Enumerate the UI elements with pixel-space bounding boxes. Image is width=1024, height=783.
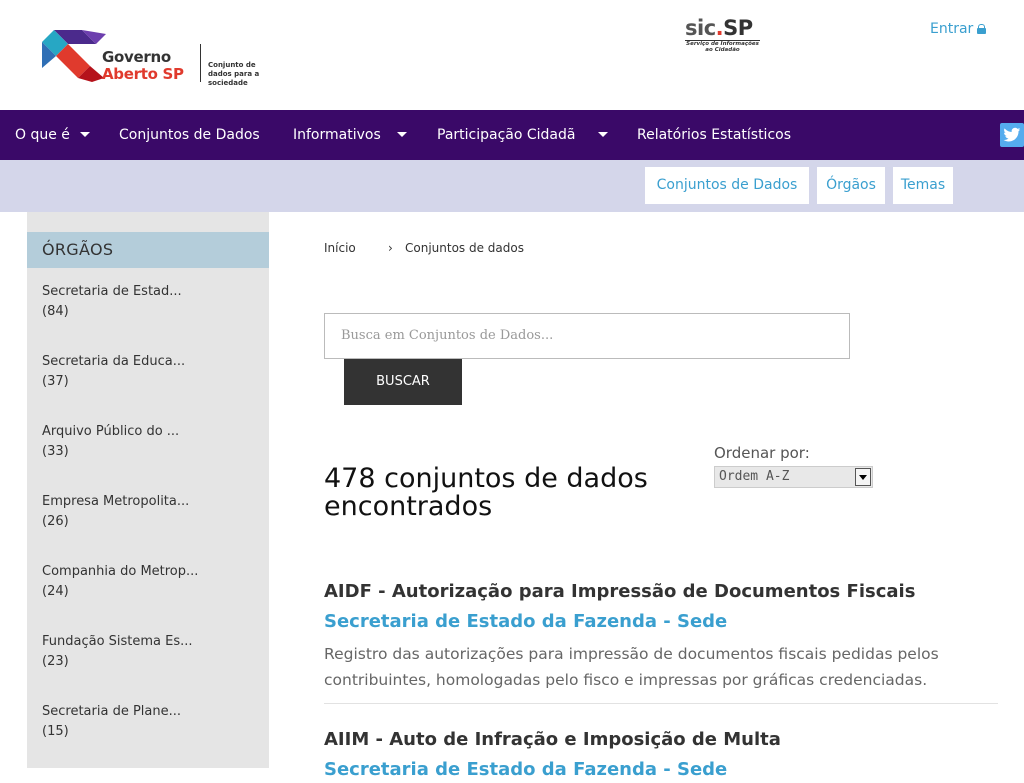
sidebar-item-orgao[interactable]: Secretaria de Estad... (84) <box>42 282 262 322</box>
search-button[interactable]: BUSCAR <box>344 359 462 405</box>
logo-tagline: Conjunto de dados para a sociedade <box>208 61 260 87</box>
logo-divider <box>200 44 201 82</box>
orgao-name: Secretaria da Educa... <box>42 354 186 369</box>
nav-item-conjuntos-de-dados[interactable]: Conjuntos de Dados <box>119 110 260 160</box>
logo-mark-icon <box>42 30 106 82</box>
logo-line-governo: Governo <box>102 48 171 66</box>
governo-aberto-logo[interactable]: Governo Aberto SP Conjunto de dados para… <box>40 28 280 88</box>
nav-item-label: Participação Cidadã <box>437 127 576 143</box>
dropdown-arrow-icon <box>855 468 871 486</box>
nav-item-informativos[interactable]: Informativos <box>293 110 381 160</box>
chevron-down-icon[interactable] <box>598 132 608 137</box>
orgao-count: (37) <box>42 374 69 389</box>
search-input[interactable]: Busca em Conjuntos de Dados... <box>324 313 850 359</box>
lock-icon <box>977 24 987 34</box>
sidebar-item-orgao[interactable]: Fundação Sistema Es... (23) <box>42 632 262 672</box>
nav-item-label: Informativos <box>293 127 381 143</box>
sort-select[interactable]: Ordem A-Z <box>714 466 873 488</box>
sidebar-item-orgao[interactable]: Secretaria de Plane... (15) <box>42 702 262 742</box>
orgao-name: Companhia do Metrop... <box>42 564 199 579</box>
sidebar-item-orgao[interactable]: Arquivo Público do ... (33) <box>42 422 262 462</box>
subnav-temas-button[interactable]: Temas <box>893 167 953 204</box>
chevron-right-icon: › <box>388 241 393 255</box>
breadcrumb-current: Conjuntos de dados <box>405 241 524 255</box>
orgao-name: Secretaria de Estad... <box>42 284 182 299</box>
sidebar-item-orgao[interactable]: Secretaria da Educa... (37) <box>42 352 262 392</box>
sidebar-item-orgao[interactable]: Companhia do Metrop... (24) <box>42 562 262 602</box>
orgao-name: Arquivo Público do ... <box>42 424 180 439</box>
results-count: 478 conjuntos de dados encontrados <box>324 463 648 522</box>
divider <box>324 703 998 704</box>
logo-line-aberto-sp: Aberto SP <box>102 65 184 83</box>
sidebar-item-orgao[interactable]: Empresa Metropolita... (26) <box>42 492 262 532</box>
chevron-down-icon[interactable] <box>397 132 407 137</box>
nav-item-o-que-e[interactable]: O que é <box>15 110 70 160</box>
orgao-count: (24) <box>42 584 69 599</box>
nav-item-label: Relatórios Estatísticos <box>637 127 792 143</box>
orgao-name: Empresa Metropolita... <box>42 494 190 509</box>
sic-sp-logo[interactable]: sic.SP Serviço de Informações ao Cidadão <box>685 16 765 56</box>
chevron-down-icon[interactable] <box>80 132 90 137</box>
orgao-count: (23) <box>42 654 69 669</box>
orgao-count: (84) <box>42 304 69 319</box>
login-link[interactable]: Entrar <box>930 21 987 37</box>
dataset-description: Registro das autorizações para impressão… <box>324 645 939 689</box>
orgao-name: Fundação Sistema Es... <box>42 634 193 649</box>
twitter-icon[interactable] <box>1000 123 1024 147</box>
sic-subtitle: Serviço de Informações ao Cidadão <box>685 40 760 53</box>
orgao-count: (15) <box>42 724 69 739</box>
login-label: Entrar <box>930 21 974 37</box>
dataset-org-link[interactable]: Secretaria de Estado da Fazenda - Sede <box>324 609 998 635</box>
secondary-nav: Conjuntos de Dados Órgãos Temas <box>0 160 1024 212</box>
sic-title: sic.SP <box>685 16 753 40</box>
main-nav: O que é Conjuntos de Dados Informativos … <box>0 110 1024 160</box>
orgao-count: (26) <box>42 514 69 529</box>
dataset-item: AIDF - Autorização para Impressão de Doc… <box>324 579 998 693</box>
twitter-bird-icon <box>1003 127 1021 142</box>
sort-selected-value: Ordem A-Z <box>719 469 790 484</box>
dataset-org-link[interactable]: Secretaria de Estado da Fazenda - Sede <box>324 757 998 783</box>
dataset-title-link[interactable]: AIDF - Autorização para Impressão de Doc… <box>324 579 998 605</box>
orgao-count: (33) <box>42 444 69 459</box>
dataset-item: AIIM - Auto de Infração e Imposição de M… <box>324 727 998 783</box>
sort-label: Ordenar por: <box>714 444 810 462</box>
nav-item-label: O que é <box>15 127 70 143</box>
subnav-orgaos-button[interactable]: Órgãos <box>817 167 885 204</box>
nav-item-label: Conjuntos de Dados <box>119 127 260 143</box>
orgao-name: Secretaria de Plane... <box>42 704 182 719</box>
nav-item-participacao-cidada[interactable]: Participação Cidadã <box>437 110 575 160</box>
site-header: Governo Aberto SP Conjunto de dados para… <box>0 0 1024 110</box>
sidebar-heading: ÓRGÃOS <box>27 232 269 268</box>
breadcrumb-home-link[interactable]: Início <box>324 241 356 255</box>
dataset-title-link[interactable]: AIIM - Auto de Infração e Imposição de M… <box>324 727 998 753</box>
orgaos-sidebar: ÓRGÃOS Secretaria de Estad... (84) Secre… <box>27 212 269 768</box>
subnav-conjuntos-de-dados-button[interactable]: Conjuntos de Dados <box>645 167 809 204</box>
nav-item-relatorios-estatisticos[interactable]: Relatórios Estatísticos <box>637 110 791 160</box>
